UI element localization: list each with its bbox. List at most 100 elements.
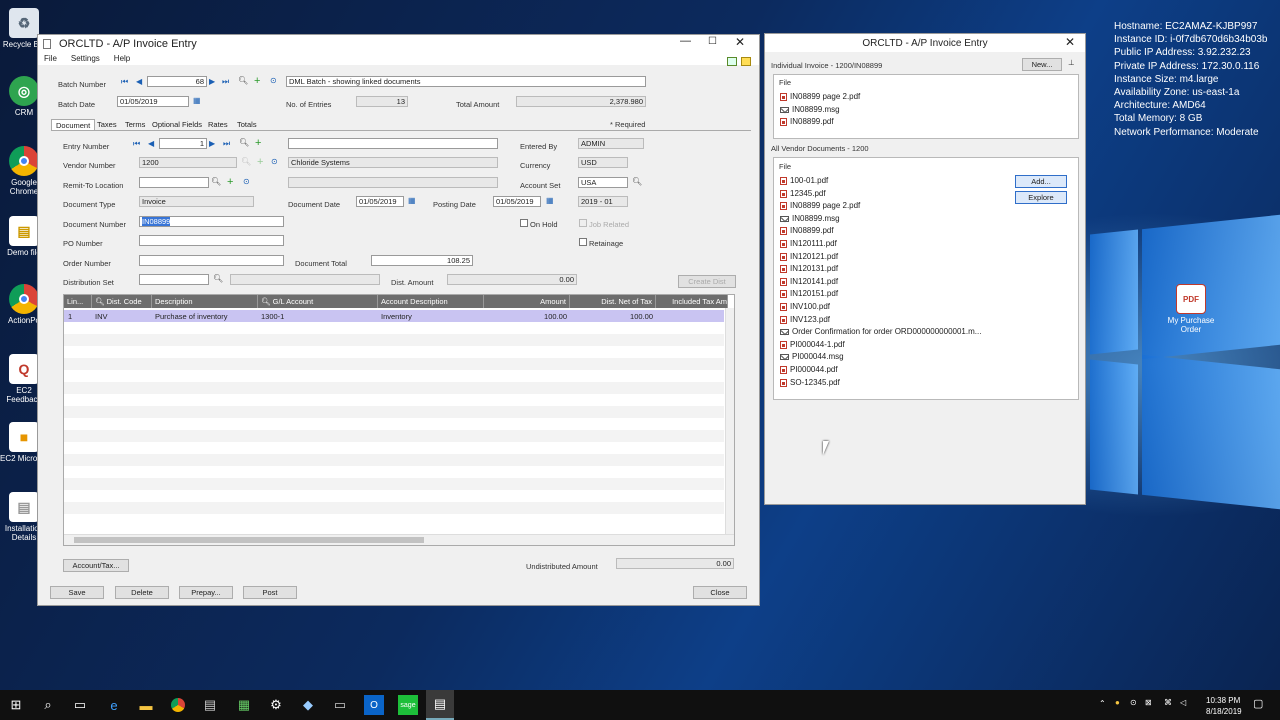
entry-number-field[interactable]: 1 xyxy=(159,138,207,149)
list-item[interactable]: IN08899 page 2.pdf xyxy=(780,201,860,210)
search-icon[interactable]: 🔍︎ xyxy=(239,138,249,147)
vertical-scrollbar[interactable] xyxy=(725,308,734,534)
scrollbar-thumb[interactable] xyxy=(74,537,424,543)
close-icon[interactable]: ✕ xyxy=(735,35,745,49)
table-row[interactable]: 1 INV Purchase of inventory 1300-1 Inven… xyxy=(64,310,724,322)
add-entry-icon[interactable]: + xyxy=(255,137,261,149)
maximize-icon[interactable]: ☐ xyxy=(708,36,717,47)
settings-icon[interactable]: ⚙ xyxy=(266,695,286,715)
list-item[interactable]: Order Confirmation for order ORD00000000… xyxy=(780,327,981,336)
remit-to-field[interactable] xyxy=(139,177,209,188)
search-icon[interactable]: 🔍︎ xyxy=(241,157,251,166)
last-batch-icon[interactable]: ⏭ xyxy=(222,77,229,87)
list-item[interactable]: IN120131.pdf xyxy=(780,264,838,273)
grid-header-account-description[interactable]: Account Description xyxy=(378,295,484,308)
edge-icon[interactable]: e xyxy=(104,695,124,715)
document-type-select[interactable]: Invoice xyxy=(139,196,254,207)
notification-icon[interactable]: ▢ xyxy=(1253,697,1263,710)
app-icon[interactable]: ▦ xyxy=(234,695,254,715)
list-item[interactable]: INV100.pdf xyxy=(780,302,830,311)
batch-number-field[interactable]: 68 xyxy=(147,76,207,87)
terminal-icon[interactable]: ▭ xyxy=(330,695,350,715)
list-item[interactable]: 12345.pdf xyxy=(780,189,826,198)
first-batch-icon[interactable]: ⏮ xyxy=(121,77,128,87)
tray-app-icon[interactable]: ● xyxy=(1115,698,1120,707)
close-icon[interactable]: ✕ xyxy=(1065,35,1075,49)
list-item[interactable]: IN120121.pdf xyxy=(780,252,838,261)
on-hold-checkbox[interactable] xyxy=(520,219,528,227)
first-entry-icon[interactable]: ⏮ xyxy=(133,139,140,149)
minimize-icon[interactable]: — xyxy=(680,35,691,47)
task-view-icon[interactable]: ▭ xyxy=(70,695,90,715)
explore-button[interactable]: Explore xyxy=(1015,191,1067,204)
list-item[interactable]: IN08899.msg xyxy=(780,105,840,114)
message-icon[interactable] xyxy=(727,57,737,66)
zoom-icon[interactable]: ⊙ xyxy=(270,76,277,85)
tray-app-icon[interactable]: ⊙ xyxy=(1130,698,1137,707)
list-item[interactable]: SO-12345.pdf xyxy=(780,378,840,387)
job-related-checkbox[interactable] xyxy=(579,219,587,227)
search-icon[interactable]: 🔍︎ xyxy=(632,177,642,186)
retainage-checkbox[interactable] xyxy=(579,238,587,246)
prev-entry-icon[interactable]: ◀ xyxy=(148,139,154,148)
list-item[interactable]: PI000044.pdf xyxy=(780,365,838,374)
account-tax-button[interactable]: Account/Tax... xyxy=(63,559,129,572)
save-button[interactable]: Save xyxy=(50,586,104,599)
batch-date-field[interactable]: 01/05/2019 xyxy=(117,96,189,107)
tray-app-icon[interactable]: ⊠ xyxy=(1145,698,1152,707)
add-batch-icon[interactable]: + xyxy=(254,75,260,87)
calendar-icon[interactable]: ▦ xyxy=(408,196,416,205)
list-item[interactable]: IN08899 page 2.pdf xyxy=(780,92,860,101)
network-icon[interactable]: ⌘ xyxy=(1164,698,1172,707)
file-explorer-icon[interactable]: ▬ xyxy=(136,695,156,715)
order-number-field[interactable] xyxy=(139,255,284,266)
document-date-field[interactable]: 01/05/2019 xyxy=(356,196,404,207)
list-item[interactable]: IN08899.pdf xyxy=(780,226,834,235)
menu-settings[interactable]: Settings xyxy=(71,54,100,63)
tab-optional-fields[interactable]: Optional Fields xyxy=(148,119,206,130)
grid-header-description[interactable]: Description xyxy=(152,295,258,308)
last-entry-icon[interactable]: ⏭ xyxy=(223,139,230,149)
menu-file[interactable]: File xyxy=(44,54,57,63)
list-item[interactable]: PI000044.msg xyxy=(780,352,844,361)
list-item[interactable]: IN08899.pdf xyxy=(780,117,834,126)
volume-icon[interactable]: ◁ xyxy=(1180,698,1186,707)
pin-icon[interactable]: ⊥ xyxy=(1068,58,1075,67)
grid-header-gl-account[interactable]: 🔍︎ G/L Account xyxy=(258,295,378,308)
grid-header-dist-code[interactable]: 🔍︎ Dist. Code xyxy=(92,295,152,308)
account-set-field[interactable]: USA xyxy=(578,177,628,188)
start-icon[interactable]: ⊞ xyxy=(6,695,26,715)
search-icon[interactable]: 🔍︎ xyxy=(213,274,223,283)
window-titlebar[interactable]: ORCLTD - A/P Invoice Entry — ☐ ✕ xyxy=(38,35,759,52)
app-icon[interactable]: ▤ xyxy=(200,695,220,715)
chrome-icon[interactable] xyxy=(168,695,188,715)
tab-terms[interactable]: Terms xyxy=(121,119,149,130)
po-number-field[interactable] xyxy=(139,235,284,246)
next-batch-icon[interactable]: ▶ xyxy=(209,77,215,86)
clock-date[interactable]: 8/18/2019 xyxy=(1206,707,1242,716)
entry-description-field[interactable] xyxy=(288,138,498,149)
window-titlebar[interactable]: ORCLTD - A/P Invoice Entry ✕ xyxy=(765,34,1085,52)
help-icon[interactable] xyxy=(741,57,751,66)
grid-header-line[interactable]: Lin... xyxy=(64,295,92,308)
add-remit-icon[interactable]: + xyxy=(227,176,233,188)
app-icon[interactable]: ◆ xyxy=(298,695,318,715)
document-number-field[interactable]: IN08899 xyxy=(139,216,284,227)
list-item[interactable]: IN120141.pdf xyxy=(780,277,838,286)
tab-totals[interactable]: Totals xyxy=(233,119,261,130)
list-item[interactable]: PI000044-1.pdf xyxy=(780,340,845,349)
tray-chevron-icon[interactable]: ⌃ xyxy=(1099,699,1106,708)
list-item[interactable]: IN120111.pdf xyxy=(780,239,837,248)
vendor-number-field[interactable]: 1200 xyxy=(139,157,237,168)
outlook-icon[interactable]: O xyxy=(364,695,384,715)
new-button[interactable]: New... xyxy=(1022,58,1062,71)
close-button[interactable]: Close xyxy=(693,586,747,599)
list-item[interactable]: IN120151.pdf xyxy=(780,289,838,298)
list-item[interactable]: IN08899.msg xyxy=(780,214,840,223)
sage-icon[interactable]: sage xyxy=(398,695,418,715)
next-entry-icon[interactable]: ▶ xyxy=(209,139,215,148)
desktop-icon-my-purchase-order[interactable]: PDF My Purchase Order xyxy=(1166,284,1216,334)
calendar-icon[interactable]: ▦ xyxy=(546,196,554,205)
list-item[interactable]: INV123.pdf xyxy=(780,315,830,324)
calendar-icon[interactable]: ▦ xyxy=(193,96,201,105)
